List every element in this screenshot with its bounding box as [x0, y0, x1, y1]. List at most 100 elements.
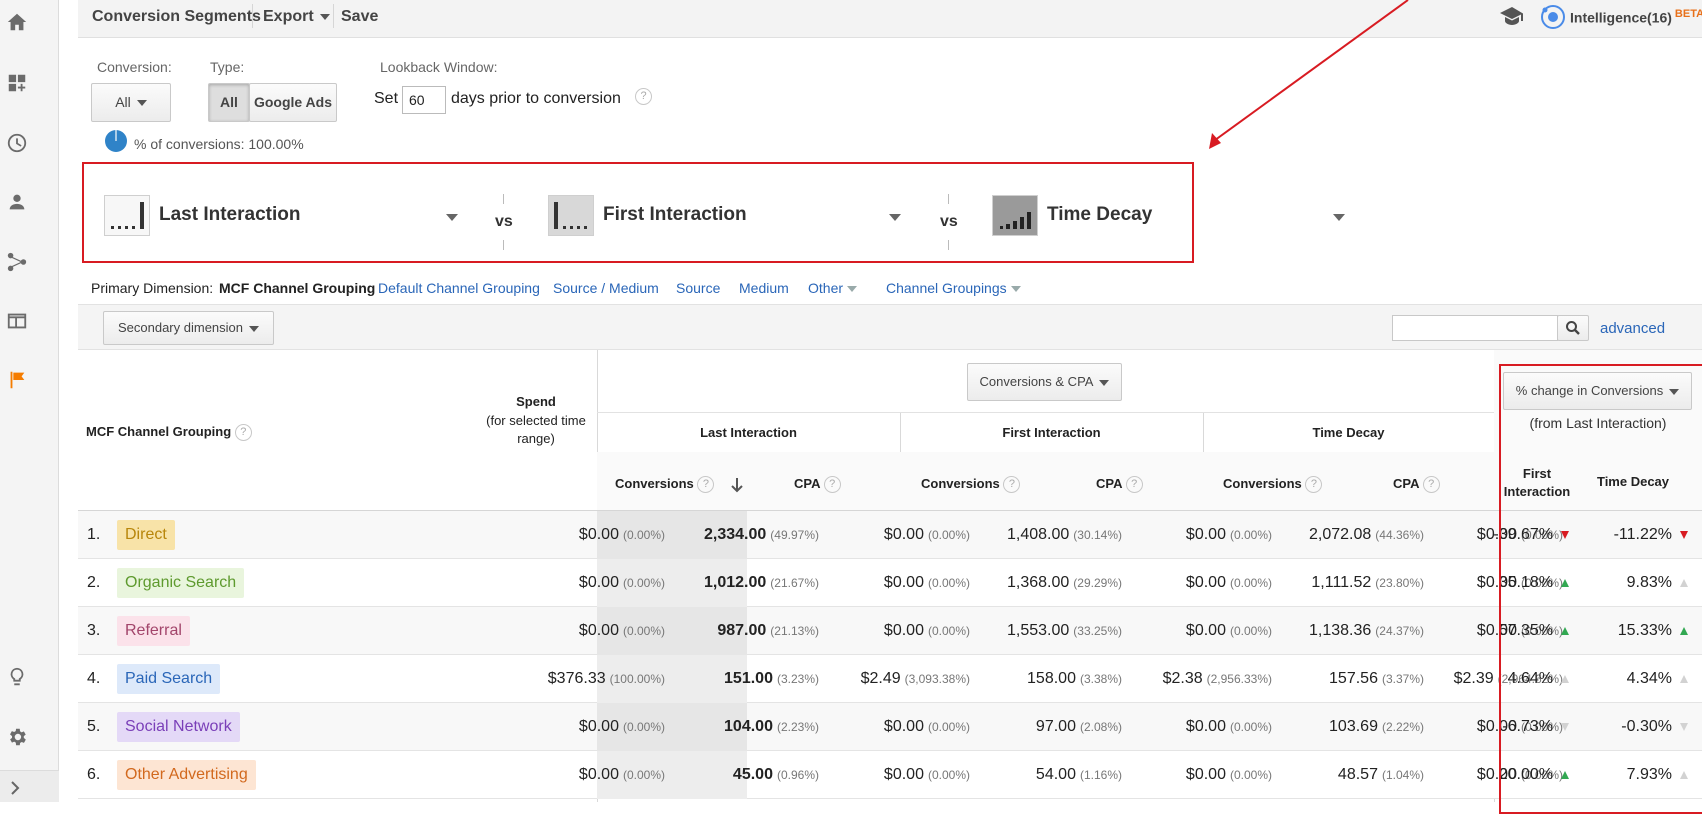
- dim-medium[interactable]: Medium: [739, 280, 789, 296]
- td-conversions-header[interactable]: Conversions ?: [1223, 476, 1323, 494]
- dim-source[interactable]: Source: [676, 280, 720, 296]
- lookback-days-input[interactable]: 60: [402, 86, 446, 114]
- li-conversions-header[interactable]: Conversions ?: [615, 476, 744, 494]
- li-cpa-cell-pct: (0.00%): [927, 528, 970, 542]
- type-all-toggle[interactable]: All: [208, 83, 250, 122]
- spend-cell-pct: (100.00%): [609, 672, 665, 686]
- acquisition-icon[interactable]: [6, 251, 28, 273]
- lookback-help-icon[interactable]: ?: [635, 88, 652, 105]
- model1-dropdown-caret-icon[interactable]: [446, 214, 458, 221]
- save-button[interactable]: Save: [341, 6, 378, 28]
- li-conversions-cell-pct: (2.23%): [776, 720, 819, 734]
- dimension-column-header[interactable]: MCF Channel Grouping ?: [86, 424, 252, 442]
- realtime-clock-icon[interactable]: [6, 132, 28, 154]
- li-cpa-header[interactable]: CPA ?: [794, 476, 841, 494]
- td-conversions-cell-value: 1,111.52: [1311, 574, 1372, 591]
- li-conversions-cell-pct: (21.13%): [770, 624, 819, 638]
- behavior-icon[interactable]: [6, 310, 28, 332]
- chevron-right-icon[interactable]: [9, 781, 21, 795]
- spend-cell: $0.00 (0.00%): [579, 751, 665, 799]
- model3-dropdown-caret-icon[interactable]: [1333, 214, 1345, 221]
- export-button[interactable]: Export: [263, 6, 330, 28]
- table-search-input[interactable]: [1392, 315, 1558, 341]
- vs-divider: [948, 194, 949, 204]
- sort-down-arrow-icon[interactable]: [730, 477, 744, 493]
- vs-label: vs: [495, 213, 513, 230]
- help-icon[interactable]: ?: [823, 476, 841, 494]
- model1-name[interactable]: Last Interaction: [159, 204, 300, 226]
- intelligence-button[interactable]: Intelligence(16) BETA: [1570, 8, 1702, 26]
- secondary-dimension-label: Secondary dimension: [117, 320, 244, 335]
- type-google-ads-toggle[interactable]: Google Ads: [249, 83, 337, 122]
- spend-cell-pct: (0.00%): [622, 576, 665, 590]
- time-decay-model-icon: [992, 195, 1038, 236]
- row-number: 2.: [87, 574, 101, 591]
- fi-conversions-cell-pct: (29.29%): [1073, 576, 1122, 590]
- dim-default-channel-grouping[interactable]: Default Channel Grouping: [378, 280, 540, 296]
- fi-cpa-cell: $0.00 (0.00%): [1186, 703, 1272, 751]
- spend-column-header[interactable]: Spend (for selected time range): [471, 394, 601, 448]
- li-cpa-cell-pct: (0.00%): [927, 624, 970, 638]
- td-cpa-header[interactable]: CPA ?: [1393, 476, 1440, 494]
- li-conversions-cell-pct: (21.67%): [770, 576, 819, 590]
- model2-name[interactable]: First Interaction: [603, 204, 747, 226]
- graduation-cap-icon[interactable]: [1499, 6, 1525, 26]
- li-conversions-cell-pct: (49.97%): [770, 528, 819, 542]
- help-icon[interactable]: ?: [697, 476, 715, 494]
- search-button[interactable]: [1557, 315, 1589, 341]
- fi-cpa-header[interactable]: CPA ?: [1096, 476, 1143, 494]
- fi-conversions-header[interactable]: Conversions ?: [921, 476, 1021, 494]
- secondary-dimension-dropdown[interactable]: Secondary dimension: [103, 311, 274, 345]
- help-icon[interactable]: ?: [1003, 476, 1021, 494]
- conversion-segments-button[interactable]: Conversion Segments: [92, 6, 261, 28]
- home-icon[interactable]: [6, 11, 28, 33]
- dim-channel-groupings[interactable]: Channel Groupings: [886, 280, 1021, 296]
- table-row: 5. Social Network $0.00 (0.00%) 104.00 (2.23%…: [78, 703, 1702, 751]
- li-conversions-cell: 151.00 (3.23%): [724, 655, 819, 703]
- audience-person-icon[interactable]: [6, 191, 28, 213]
- channel-name-link[interactable]: Direct: [117, 520, 175, 550]
- fi-cpa-cell-pct: (0.00%): [1229, 624, 1272, 638]
- help-icon[interactable]: ?: [1125, 476, 1143, 494]
- search-icon: [1566, 321, 1580, 335]
- dim-source-medium[interactable]: Source / Medium: [553, 280, 659, 296]
- fi-cpa-cell-pct: (0.00%): [1229, 528, 1272, 542]
- conversions-header-label: Conversions: [615, 476, 694, 491]
- li-conversions-cell: 1,012.00 (21.67%): [704, 559, 819, 607]
- help-icon[interactable]: ?: [1422, 476, 1440, 494]
- fi-conversions-cell: 97.00 (2.08%): [1036, 703, 1122, 751]
- dim-other[interactable]: Other: [808, 280, 858, 296]
- report-toolbar: Conversion Segments Export Save Intellig…: [78, 0, 1702, 38]
- channel-name-link[interactable]: Paid Search: [117, 664, 221, 694]
- li-cpa-cell: $0.00 (0.00%): [884, 559, 970, 607]
- metric-group-dropdown[interactable]: Conversions & CPA: [967, 363, 1122, 401]
- discover-lightbulb-icon[interactable]: [6, 666, 28, 688]
- help-icon[interactable]: ?: [1305, 476, 1323, 494]
- channel-name-link[interactable]: Referral: [117, 616, 190, 646]
- admin-gear-icon[interactable]: [6, 726, 28, 748]
- model2-dropdown-caret-icon[interactable]: [889, 214, 901, 221]
- advanced-link[interactable]: advanced: [1600, 320, 1665, 337]
- fi-conversions-cell-value: 158.00: [1027, 670, 1076, 687]
- li-cpa-cell: $0.00 (0.00%): [884, 751, 970, 799]
- lookback-window-label: Lookback Window:: [380, 59, 498, 75]
- intelligence-icon[interactable]: [1540, 4, 1566, 30]
- customization-icon[interactable]: [6, 72, 28, 94]
- export-caret-icon: [319, 13, 330, 20]
- fi-conversions-cell-value: 54.00: [1035, 766, 1076, 783]
- export-label: Export: [263, 8, 314, 25]
- fi-conversions-cell-pct: (2.08%): [1079, 720, 1122, 734]
- conversions-flag-icon[interactable]: [6, 369, 28, 391]
- model3-name[interactable]: Time Decay: [1047, 204, 1152, 226]
- row-number: 6.: [87, 766, 101, 783]
- fi-conversions-cell-value: 1,368.00: [1007, 574, 1070, 591]
- fi-conversions-cell-value: 97.00: [1035, 718, 1076, 735]
- help-icon[interactable]: ?: [234, 424, 252, 442]
- row-number: 5.: [87, 718, 101, 735]
- spend-cell-value: $0.00: [578, 574, 619, 591]
- channel-name-link[interactable]: Other Advertising: [117, 760, 256, 790]
- conversion-dropdown[interactable]: All: [91, 83, 171, 122]
- intelligence-label: Intelligence(16): [1570, 9, 1672, 26]
- channel-name-link[interactable]: Social Network: [117, 712, 240, 742]
- channel-name-link[interactable]: Organic Search: [117, 568, 245, 598]
